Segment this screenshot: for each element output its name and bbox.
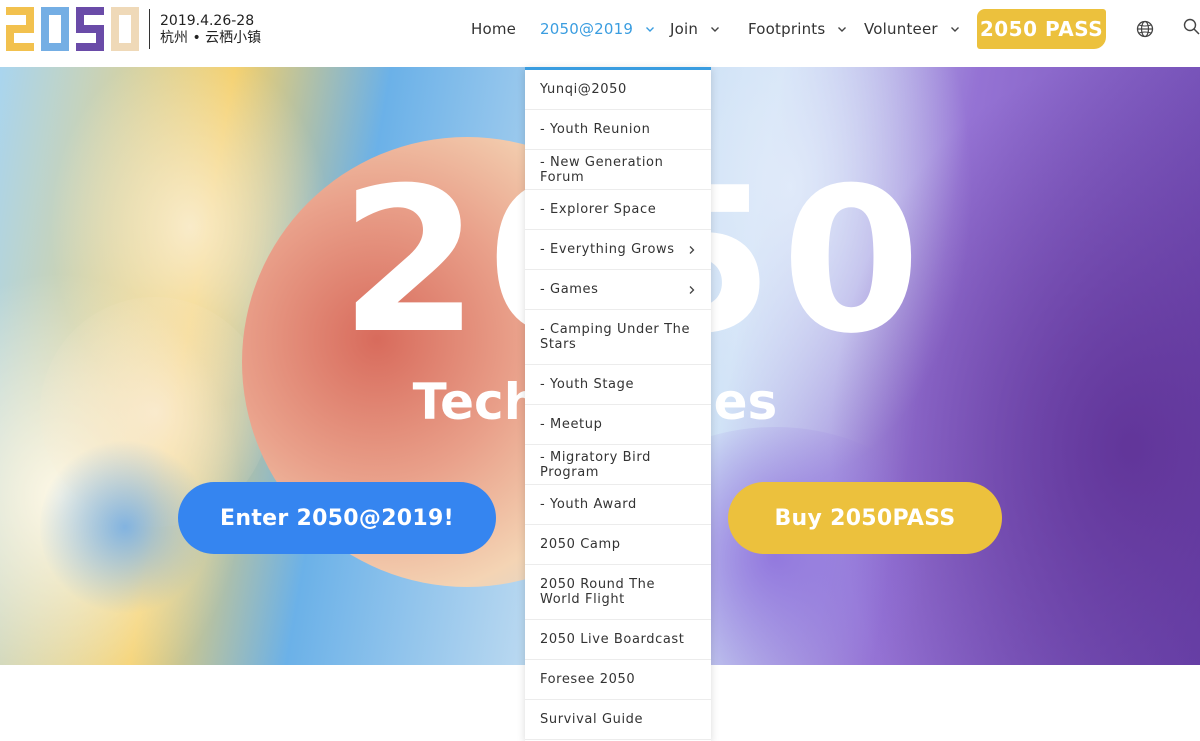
menu-item-label: Yunqi@2050	[540, 82, 627, 97]
menu-item-label: - Youth Stage	[540, 377, 635, 392]
enter-2050-button[interactable]: Enter 2050@2019!	[178, 482, 496, 554]
logo-2050[interactable]	[6, 7, 140, 51]
menu-item-meetup[interactable]: - Meetup	[525, 405, 711, 445]
event-place: 杭州 • 云栖小镇	[160, 30, 262, 46]
menu-item-label: 2050 Camp	[540, 537, 621, 552]
nav-join[interactable]: Join	[670, 19, 720, 39]
menu-item-live-broadcast[interactable]: 2050 Live Boardcast	[525, 620, 711, 660]
chevron-down-icon	[950, 24, 960, 34]
menu-item-label: - Everything Grows	[540, 242, 675, 257]
nav-home[interactable]: Home	[471, 19, 516, 39]
menu-item-camping[interactable]: - Camping Under The Stars	[525, 310, 711, 365]
nav-volunteer-label: Volunteer	[864, 20, 938, 38]
menu-item-explorer-space[interactable]: - Explorer Space	[525, 190, 711, 230]
menu-item-survival-guide[interactable]: Survival Guide	[525, 700, 711, 740]
nav-footprints[interactable]: Footprints	[748, 19, 847, 39]
menu-item-youth-stage[interactable]: - Youth Stage	[525, 365, 711, 405]
menu-item-yunqi[interactable]: Yunqi@2050	[525, 70, 711, 110]
menu-item-label: - Explorer Space	[540, 202, 657, 217]
menu-item-games[interactable]: - Games	[525, 270, 711, 310]
menu-item-label: 2050 Live Boardcast	[540, 632, 685, 647]
globe-icon[interactable]	[1136, 20, 1154, 38]
menu-item-label: - Camping Under The Stars	[540, 322, 691, 352]
buy-2050pass-button[interactable]: Buy 2050PASS	[728, 482, 1002, 554]
dropdown-menu-2050-2019: Yunqi@2050 - Youth Reunion - New Generat…	[525, 67, 711, 741]
menu-item-label: - New Generation Forum	[540, 154, 664, 185]
chevron-down-icon	[645, 24, 655, 34]
2050-pass-button[interactable]: 2050 PASS	[977, 9, 1106, 49]
menu-item-youth-reunion[interactable]: - Youth Reunion	[525, 110, 711, 150]
logo-divider	[149, 9, 150, 49]
menu-item-label: - Youth Award	[540, 497, 637, 512]
nav-home-label: Home	[471, 20, 517, 38]
chevron-down-icon	[837, 24, 847, 34]
menu-item-label: - Games	[540, 282, 599, 297]
menu-item-label: Survival Guide	[540, 712, 644, 727]
chevron-down-icon	[710, 24, 720, 34]
menu-item-label: - Youth Reunion	[540, 122, 651, 137]
menu-item-2050-camp[interactable]: 2050 Camp	[525, 525, 711, 565]
chevron-right-icon	[689, 245, 695, 254]
menu-item-round-the-world[interactable]: 2050 Round The World Flight	[525, 565, 711, 620]
search-icon[interactable]	[1183, 18, 1200, 35]
page: 2019.4.26-28 杭州 • 云栖小镇 Home 2050@2019 Jo…	[0, 0, 1200, 741]
menu-item-label: 2050 Round The World Flight	[540, 577, 656, 607]
menu-item-foresee-2050[interactable]: Foresee 2050	[525, 660, 711, 700]
event-date: 2019.4.26-28	[160, 13, 255, 29]
nav-2050-2019-label: 2050@2019	[540, 20, 634, 38]
chevron-right-icon	[689, 285, 695, 294]
menu-item-label: Foresee 2050	[540, 672, 636, 687]
menu-item-label: - Migratory Bird Program	[540, 449, 651, 480]
nav-join-label: Join	[670, 20, 699, 38]
menu-item-label: - Meetup	[540, 417, 603, 432]
menu-item-everything-grows[interactable]: - Everything Grows	[525, 230, 711, 270]
nav-footprints-label: Footprints	[748, 20, 826, 38]
menu-item-youth-award[interactable]: - Youth Award	[525, 485, 711, 525]
menu-item-new-generation-forum[interactable]: - New Generation Forum	[525, 150, 711, 190]
menu-item-migratory-bird[interactable]: - Migratory Bird Program	[525, 445, 711, 485]
nav-volunteer[interactable]: Volunteer	[864, 19, 960, 39]
nav-2050-2019[interactable]: 2050@2019	[540, 19, 655, 39]
site-header: 2019.4.26-28 杭州 • 云栖小镇 Home 2050@2019 Jo…	[0, 0, 1200, 67]
